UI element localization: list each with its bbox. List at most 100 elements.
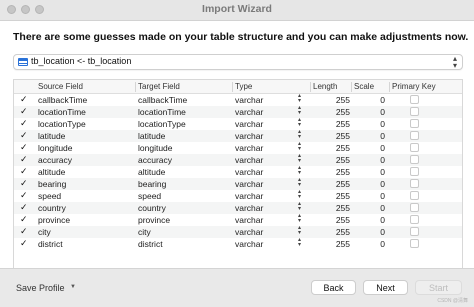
- primary-key-checkbox[interactable]: [410, 227, 419, 236]
- target-field-cell[interactable]: province: [138, 215, 170, 225]
- target-field-cell[interactable]: district: [138, 239, 163, 249]
- type-cell[interactable]: varchar: [235, 119, 263, 129]
- length-cell[interactable]: 255: [332, 239, 350, 249]
- target-field-cell[interactable]: country: [138, 203, 166, 213]
- start-button[interactable]: Start: [415, 280, 462, 295]
- target-field-cell[interactable]: latitude: [138, 131, 165, 141]
- type-cell[interactable]: varchar: [235, 155, 263, 165]
- table-row[interactable]: ✓ speed speed varchar ▴ ▾ 255 0: [14, 189, 462, 202]
- primary-key-checkbox[interactable]: [410, 191, 419, 200]
- table-row[interactable]: ✓ latitude latitude varchar ▴ ▾ 255 0: [14, 129, 462, 142]
- length-cell[interactable]: 255: [332, 107, 350, 117]
- table-row[interactable]: ✓ accuracy accuracy varchar ▴ ▾ 255 0: [14, 153, 462, 166]
- header-length[interactable]: Length: [313, 82, 337, 91]
- scale-cell[interactable]: 0: [369, 191, 385, 201]
- length-cell[interactable]: 255: [332, 215, 350, 225]
- type-cell[interactable]: varchar: [235, 107, 263, 117]
- target-field-cell[interactable]: callbackTime: [138, 95, 187, 105]
- target-field-cell[interactable]: accuracy: [138, 155, 172, 165]
- scale-cell[interactable]: 0: [369, 143, 385, 153]
- checkmark-icon[interactable]: ✓: [20, 95, 29, 104]
- length-cell[interactable]: 255: [332, 119, 350, 129]
- back-button[interactable]: Back: [311, 280, 356, 295]
- scale-cell[interactable]: 0: [369, 227, 385, 237]
- type-cell[interactable]: varchar: [235, 203, 263, 213]
- scale-cell[interactable]: 0: [369, 107, 385, 117]
- up-down-chevron-icon[interactable]: ▴ ▾: [298, 177, 301, 188]
- table-row[interactable]: ✓ longitude longitude varchar ▴ ▾ 255 0: [14, 141, 462, 154]
- checkmark-icon[interactable]: ✓: [20, 191, 29, 200]
- up-down-chevron-icon[interactable]: ▴ ▾: [298, 129, 301, 140]
- checkmark-icon[interactable]: ✓: [20, 131, 29, 140]
- length-cell[interactable]: 255: [332, 143, 350, 153]
- target-field-cell[interactable]: locationTime: [138, 107, 186, 117]
- primary-key-checkbox[interactable]: [410, 155, 419, 164]
- target-field-cell[interactable]: altitude: [138, 167, 165, 177]
- primary-key-checkbox[interactable]: [410, 119, 419, 128]
- checkmark-icon[interactable]: ✓: [20, 239, 29, 248]
- length-cell[interactable]: 255: [332, 191, 350, 201]
- up-down-chevron-icon[interactable]: ▴ ▾: [298, 105, 301, 116]
- scale-cell[interactable]: 0: [369, 203, 385, 213]
- checkmark-icon[interactable]: ✓: [20, 215, 29, 224]
- type-cell[interactable]: varchar: [235, 191, 263, 201]
- type-cell[interactable]: varchar: [235, 227, 263, 237]
- primary-key-checkbox[interactable]: [410, 167, 419, 176]
- type-cell[interactable]: varchar: [235, 179, 263, 189]
- chevron-down-icon[interactable]: ▼: [70, 284, 76, 290]
- primary-key-checkbox[interactable]: [410, 179, 419, 188]
- table-mapping-select[interactable]: tb_location <- tb_location ▴ ▾: [13, 54, 463, 70]
- next-button[interactable]: Next: [363, 280, 408, 295]
- up-down-chevron-icon[interactable]: ▴ ▾: [298, 201, 301, 212]
- up-down-chevron-icon[interactable]: ▴ ▾: [298, 189, 301, 200]
- length-cell[interactable]: 255: [332, 179, 350, 189]
- table-row[interactable]: ✓ bearing bearing varchar ▴ ▾ 255 0: [14, 177, 462, 190]
- up-down-chevron-icon[interactable]: ▴ ▾: [298, 117, 301, 128]
- up-down-chevron-icon[interactable]: ▴ ▾: [298, 225, 301, 236]
- type-cell[interactable]: varchar: [235, 131, 263, 141]
- primary-key-checkbox[interactable]: [410, 203, 419, 212]
- header-target-field[interactable]: Target Field: [138, 82, 180, 91]
- primary-key-checkbox[interactable]: [410, 95, 419, 104]
- table-row[interactable]: ✓ district district varchar ▴ ▾ 255 0: [14, 237, 462, 250]
- header-source-field[interactable]: Source Field: [38, 82, 83, 91]
- table-row[interactable]: ✓ locationType locationType varchar ▴ ▾ 255 0: [14, 117, 462, 130]
- checkmark-icon[interactable]: ✓: [20, 167, 29, 176]
- header-scale[interactable]: Scale: [354, 82, 374, 91]
- checkmark-icon[interactable]: ✓: [20, 227, 29, 236]
- primary-key-checkbox[interactable]: [410, 239, 419, 248]
- checkmark-icon[interactable]: ✓: [20, 143, 29, 152]
- scale-cell[interactable]: 0: [369, 155, 385, 165]
- scale-cell[interactable]: 0: [369, 215, 385, 225]
- primary-key-checkbox[interactable]: [410, 143, 419, 152]
- checkmark-icon[interactable]: ✓: [20, 179, 29, 188]
- up-down-chevron-icon[interactable]: ▴ ▾: [298, 93, 301, 104]
- up-down-chevron-icon[interactable]: ▴ ▾: [298, 141, 301, 152]
- length-cell[interactable]: 255: [332, 203, 350, 213]
- table-row[interactable]: ✓ city city varchar ▴ ▾ 255 0: [14, 225, 462, 238]
- scale-cell[interactable]: 0: [369, 167, 385, 177]
- type-cell[interactable]: varchar: [235, 215, 263, 225]
- type-cell[interactable]: varchar: [235, 143, 263, 153]
- target-field-cell[interactable]: locationType: [138, 119, 186, 129]
- length-cell[interactable]: 255: [332, 167, 350, 177]
- length-cell[interactable]: 255: [332, 155, 350, 165]
- scale-cell[interactable]: 0: [369, 95, 385, 105]
- checkmark-icon[interactable]: ✓: [20, 107, 29, 116]
- length-cell[interactable]: 255: [332, 95, 350, 105]
- checkmark-icon[interactable]: ✓: [20, 203, 29, 212]
- up-down-chevron-icon[interactable]: ▴ ▾: [298, 213, 301, 224]
- scale-cell[interactable]: 0: [369, 179, 385, 189]
- primary-key-checkbox[interactable]: [410, 215, 419, 224]
- target-field-cell[interactable]: longitude: [138, 143, 173, 153]
- type-cell[interactable]: varchar: [235, 167, 263, 177]
- target-field-cell[interactable]: bearing: [138, 179, 166, 189]
- type-cell[interactable]: varchar: [235, 95, 263, 105]
- header-type[interactable]: Type: [235, 82, 252, 91]
- header-primary-key[interactable]: Primary Key: [392, 82, 436, 91]
- table-row[interactable]: ✓ altitude altitude varchar ▴ ▾ 255 0: [14, 165, 462, 178]
- up-down-chevron-icon[interactable]: ▴ ▾: [298, 237, 301, 248]
- length-cell[interactable]: 255: [332, 131, 350, 141]
- scale-cell[interactable]: 0: [369, 131, 385, 141]
- up-down-chevron-icon[interactable]: ▴ ▾: [298, 153, 301, 164]
